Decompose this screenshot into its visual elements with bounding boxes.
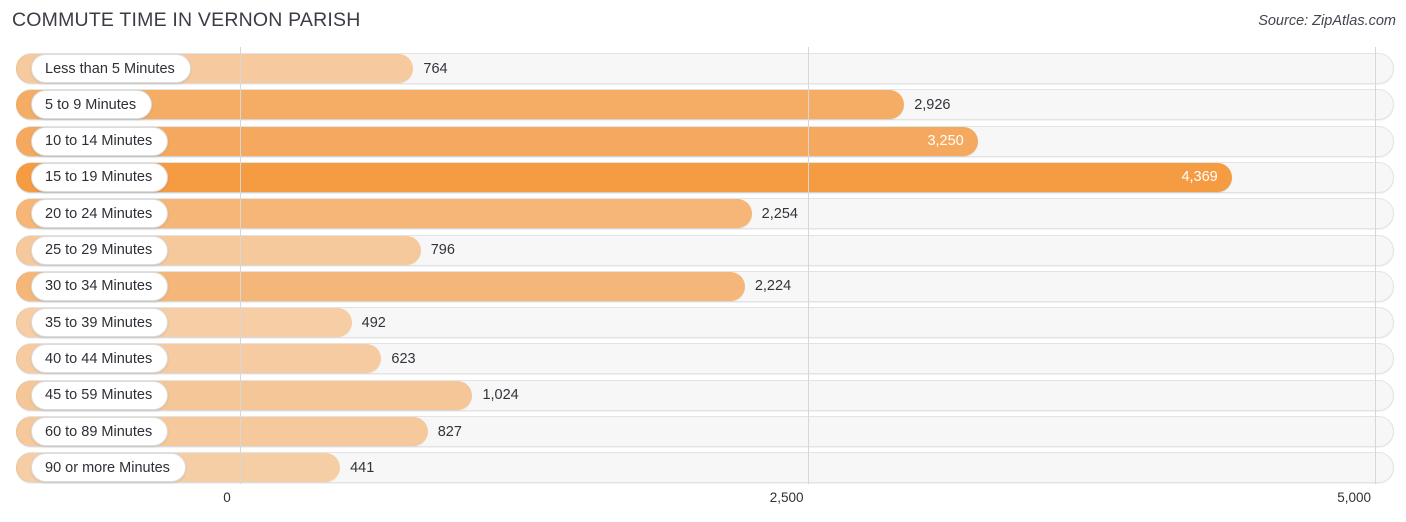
x-axis: 0 2,500 5,000 (0, 484, 1406, 522)
bar-value-label: 1,024 (482, 387, 519, 404)
bar-row[interactable]: 30 to 34 Minutes 2,224 (0, 269, 1406, 305)
bar-value-label: 2,224 (754, 278, 792, 295)
bar-fill[interactable] (16, 162, 1232, 192)
bar-value-label: 827 (437, 423, 462, 440)
bar-value-label: 623 (391, 350, 416, 367)
bar-row[interactable]: 45 to 59 Minutes 1,024 (0, 378, 1406, 414)
bar-value-label: 2,254 (761, 205, 798, 222)
bar-row[interactable]: 35 to 39 Minutes 492 (0, 305, 1406, 341)
bar-value-label: 3,250 (927, 133, 964, 150)
chart-root: COMMUTE TIME IN VERNON PARISH Source: Zi… (0, 0, 1406, 522)
bar-category-label: 40 to 44 Minutes (31, 344, 169, 374)
bar-value-label: 441 (350, 459, 375, 476)
bar-row[interactable]: 20 to 24 Minutes 2,254 (0, 196, 1406, 232)
bar-category-label: 5 to 9 Minutes (31, 90, 153, 120)
bar-value-label: 764 (423, 60, 448, 77)
plot-area: Less than 5 Minutes 764 5 to 9 Minutes 2,92… (0, 47, 1406, 484)
bar-category-label: 10 to 14 Minutes (31, 126, 169, 156)
bar-value-label: 796 (430, 242, 455, 258)
bar-category-label: 30 to 34 Minutes (31, 271, 169, 301)
bar-row[interactable]: 25 to 29 Minutes 796 (0, 233, 1406, 269)
bar-category-label: Less than 5 Minutes (31, 54, 191, 83)
bar-category-label: 20 to 24 Minutes (31, 199, 169, 229)
bar-row[interactable]: 40 to 44 Minutes 623 (0, 341, 1406, 377)
bar-row[interactable]: 5 to 9 Minutes 2,926 (0, 87, 1406, 123)
bar-category-label: 15 to 19 Minutes (31, 162, 169, 192)
axis-tick-label: 5,000 (1337, 490, 1371, 505)
axis-tick-label: 2,500 (769, 490, 804, 505)
bar-row[interactable]: 90 or more Minutes 441 (0, 450, 1406, 486)
bar-category-label: 25 to 29 Minutes (31, 235, 169, 265)
bar-value-label: 2,926 (914, 96, 951, 113)
source-attribution: Source: ZipAtlas.com (1258, 13, 1396, 29)
bar-value-label: 4,369 (1181, 169, 1218, 186)
axis-tick-label: 0 (223, 490, 231, 505)
bar-row[interactable]: 15 to 19 Minutes 4,369 (0, 160, 1406, 196)
bar-category-label: 45 to 59 Minutes (31, 380, 169, 410)
bar-row[interactable]: 10 to 14 Minutes 3,250 (0, 124, 1406, 160)
bar-value-label: 492 (361, 314, 386, 331)
bar-category-label: 35 to 39 Minutes (31, 308, 169, 338)
page-title: COMMUTE TIME IN VERNON PARISH (12, 9, 361, 31)
bar-row[interactable]: 60 to 89 Minutes 827 (0, 414, 1406, 450)
bar-category-label: 90 or more Minutes (31, 453, 186, 483)
bar-category-label: 60 to 89 Minutes (31, 417, 169, 446)
bar-row[interactable]: Less than 5 Minutes 764 (0, 51, 1406, 87)
